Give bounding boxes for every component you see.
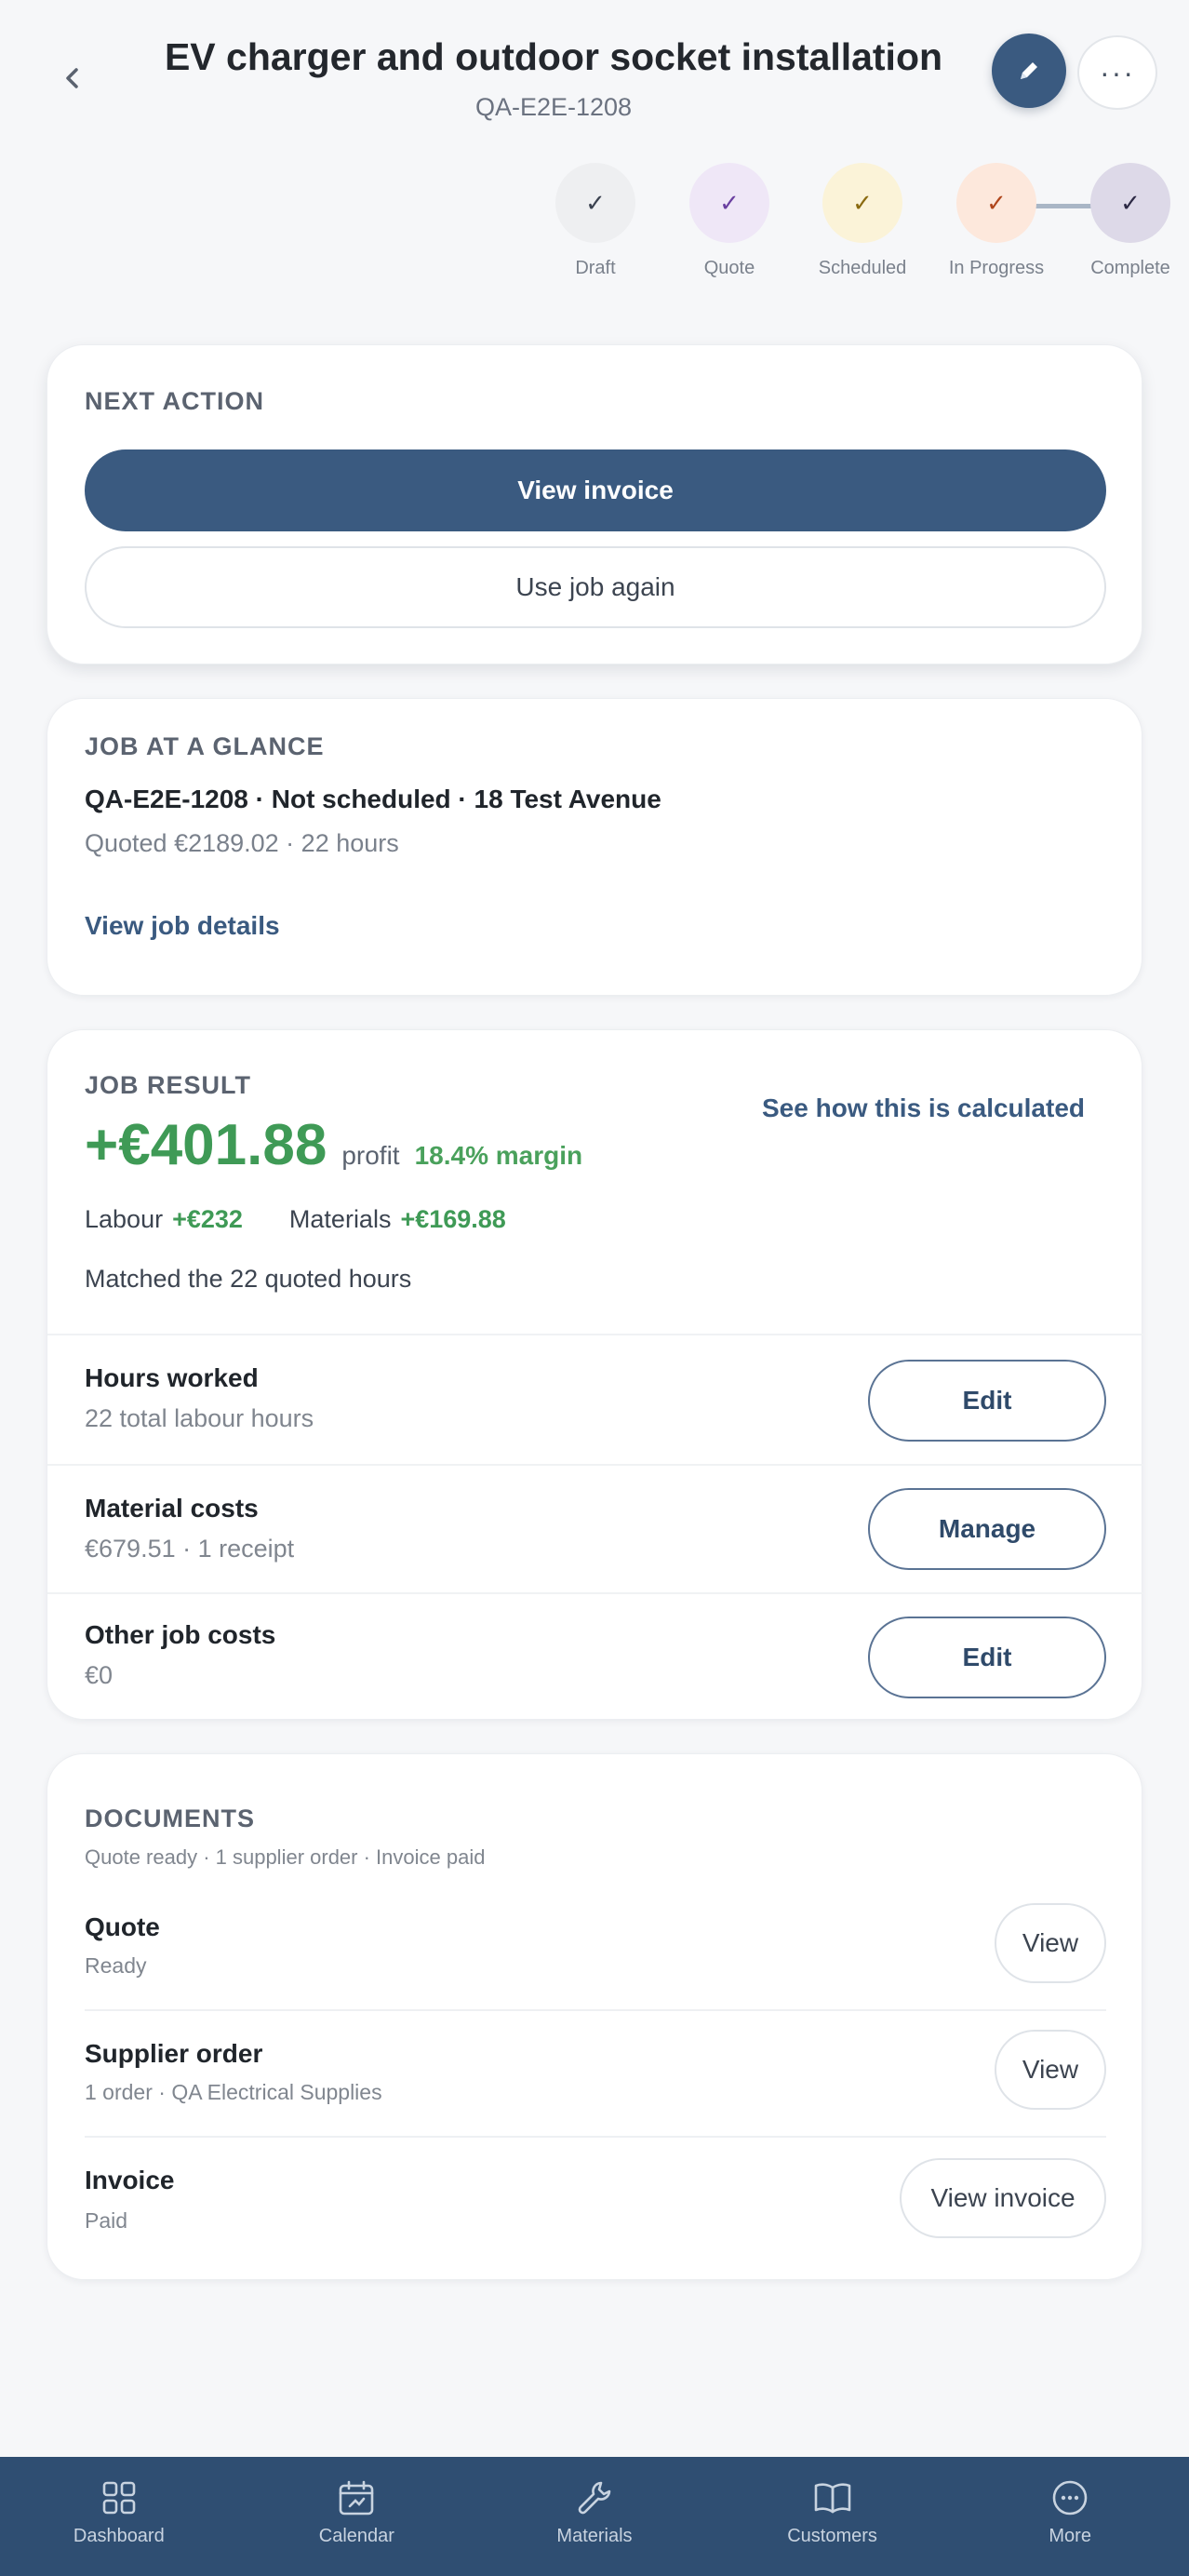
quote-doc-status: Ready (85, 1953, 147, 1978)
divider (85, 2009, 1106, 2011)
job-glance-card: JOB AT A GLANCE QA-E2E-1208 · Not schedu… (47, 698, 1142, 996)
material-costs-sub: €679.51 · 1 receipt (85, 1535, 295, 1563)
view-quote-button[interactable]: View (995, 1903, 1106, 1983)
next-action-card: NEXT ACTION View invoice Use job again (47, 344, 1142, 664)
use-job-again-button[interactable]: Use job again (85, 546, 1106, 628)
documents-summary: Quote ready · 1 supplier order · Invoice… (85, 1845, 486, 1869)
status-stepper: ✓ Draft ✓ Quote ✓ Scheduled ✓ In Progres… (540, 163, 1189, 293)
edit-other-costs-button[interactable]: Edit (868, 1617, 1106, 1698)
material-costs-title: Material costs (85, 1494, 259, 1523)
supplier-order-sub: 1 order · QA Electrical Supplies (85, 2080, 382, 2104)
more-options-button[interactable]: ··· (1077, 35, 1157, 110)
materials-value: +€169.88 (400, 1205, 506, 1233)
view-invoice-button[interactable]: View invoice (85, 449, 1106, 531)
nav-label: Customers (787, 2526, 877, 2546)
divider (47, 1464, 1143, 1466)
bottom-nav: Dashboard Calendar Materials Customers M… (0, 2457, 1189, 2576)
nav-more[interactable]: More (951, 2457, 1189, 2576)
margin-value: 18.4% margin (414, 1141, 583, 1170)
edit-hours-button[interactable]: Edit (868, 1360, 1106, 1442)
job-summary-line: QA-E2E-1208 · Not scheduled · 18 Test Av… (85, 785, 661, 813)
breakdown-row: Labour +€232 Materials +€169.88 (85, 1205, 506, 1234)
nav-calendar[interactable]: Calendar (238, 2457, 476, 2576)
check-icon: ✓ (555, 163, 635, 243)
section-label: DOCUMENTS (85, 1805, 255, 1832)
labour-value: +€232 (172, 1205, 243, 1233)
nav-label: More (1049, 2526, 1091, 2546)
page-title: EV charger and outdoor socket installati… (164, 35, 943, 78)
manage-materials-button[interactable]: Manage (868, 1488, 1106, 1570)
nav-label: Materials (556, 2526, 633, 2546)
view-supplier-order-button[interactable]: View (995, 2030, 1106, 2110)
check-icon: ✓ (822, 163, 902, 243)
edit-job-button[interactable] (992, 34, 1066, 108)
view-invoice-doc-button[interactable]: View invoice (900, 2158, 1106, 2238)
profit-word: profit (341, 1141, 400, 1170)
profit-row: +€401.88 profit 18.4% margin (85, 1112, 582, 1178)
invoice-title: Invoice (85, 2166, 175, 2194)
nav-materials[interactable]: Materials (475, 2457, 714, 2576)
hours-note: Matched the 22 quoted hours (85, 1265, 412, 1293)
documents-card: DOCUMENTS Quote ready · 1 supplier order… (47, 1753, 1142, 2280)
step-draft[interactable]: ✓ Draft (540, 163, 651, 279)
calendar-icon (336, 2477, 377, 2518)
step-in-progress[interactable]: ✓ In Progress (941, 163, 1052, 279)
divider (85, 2136, 1106, 2138)
step-label: Scheduled (818, 258, 907, 278)
nav-customers[interactable]: Customers (714, 2457, 952, 2576)
pencil-icon (1021, 62, 1037, 79)
other-costs-title: Other job costs (85, 1620, 276, 1649)
section-label: JOB RESULT (85, 1071, 252, 1099)
step-quote[interactable]: ✓ Quote (674, 163, 785, 279)
step-label: Complete (1090, 258, 1170, 278)
section-label: NEXT ACTION (85, 387, 264, 415)
step-label: In Progress (948, 258, 1045, 278)
hours-worked-sub: 22 total labour hours (85, 1404, 314, 1432)
hours-worked-title: Hours worked (85, 1363, 259, 1392)
invoice-status: Paid (85, 2208, 128, 2233)
more-circle-icon (1049, 2477, 1090, 2518)
job-reference: QA-E2E-1208 (474, 93, 633, 121)
nav-dashboard[interactable]: Dashboard (0, 2457, 238, 2576)
supplier-order-title: Supplier order (85, 2039, 263, 2068)
profit-value: +€401.88 (85, 1113, 327, 1177)
chevron-left-icon (66, 68, 78, 88)
book-icon (812, 2477, 853, 2518)
nav-label: Dashboard (73, 2526, 165, 2546)
materials-label: Materials (288, 1205, 392, 1233)
divider (47, 1334, 1143, 1335)
quote-doc-title: Quote (85, 1912, 160, 1941)
check-icon: ✓ (1090, 163, 1170, 243)
check-icon: ✓ (956, 163, 1036, 243)
grid-icon (99, 2477, 140, 2518)
step-scheduled[interactable]: ✓ Scheduled (807, 163, 918, 279)
quote-summary-line: Quoted €2189.02 · 22 hours (85, 829, 399, 857)
step-label: Draft (575, 258, 616, 278)
job-result-card: JOB RESULT See how this is calculated +€… (47, 1029, 1143, 1720)
labour-label: Labour (85, 1205, 164, 1233)
job-detail-screen: EV charger and outdoor socket installati… (0, 0, 1189, 2576)
view-job-details-link[interactable]: View job details (85, 911, 280, 941)
more-icon: ··· (1100, 55, 1135, 89)
divider (47, 1592, 1143, 1594)
back-button[interactable] (48, 54, 97, 102)
step-complete[interactable]: ✓ Complete (1075, 163, 1186, 279)
nav-label: Calendar (318, 2526, 394, 2546)
check-icon: ✓ (689, 163, 769, 243)
section-label: JOB AT A GLANCE (85, 732, 325, 760)
calculation-link[interactable]: See how this is calculated (762, 1093, 1085, 1123)
wrench-icon (574, 2477, 615, 2518)
other-costs-sub: €0 (85, 1661, 114, 1689)
step-label: Quote (703, 258, 755, 278)
